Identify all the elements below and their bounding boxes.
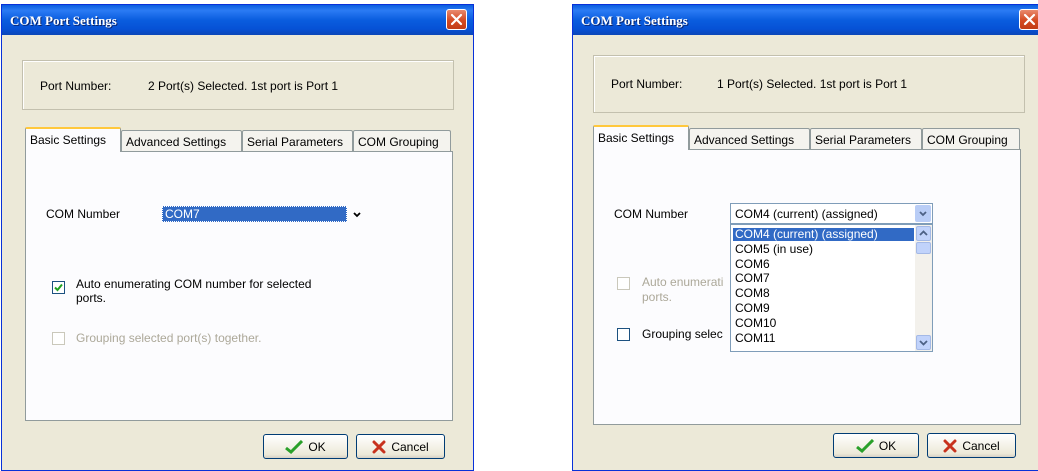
tab-advanced-settings[interactable]: Advanced Settings [689, 128, 810, 150]
auto-enumerating-label: Auto enumerati [642, 275, 724, 289]
tab-com-grouping[interactable]: COM Grouping [922, 128, 1020, 150]
close-icon [450, 13, 463, 26]
com-number-dropdown[interactable]: COM4 (current) (assigned) [730, 203, 933, 224]
com-number-selected: COM7 [162, 206, 347, 222]
list-item[interactable]: COM9 [733, 302, 770, 315]
dropdown-arrow-button[interactable] [915, 205, 931, 222]
close-button[interactable] [1019, 9, 1038, 30]
grouping-label: Grouping selec [642, 327, 723, 341]
grouping-checkbox [52, 332, 65, 345]
ok-button[interactable]: OK [833, 433, 919, 458]
scroll-down-button[interactable] [916, 335, 931, 350]
com-number-label: COM Number [614, 207, 689, 221]
title-bar[interactable]: COM Port Settings [573, 5, 1038, 35]
port-number-label: Port Number: [611, 77, 683, 91]
com-number-dropdown[interactable]: COM7 [162, 205, 362, 224]
auto-enumerating-label: Auto enumerating COM number for selected [76, 277, 312, 291]
tab-serial-parameters[interactable]: Serial Parameters [242, 130, 353, 152]
com-number-listbox[interactable]: COM4 (current) (assigned) COM5 (in use) … [730, 224, 933, 352]
listbox-scrollbar[interactable] [915, 225, 932, 351]
chevron-down-icon [919, 211, 927, 217]
com-port-settings-dialog-left: COM Port Settings Port Number: 2 Port(s)… [1, 4, 474, 471]
grouping-checkbox[interactable] [617, 328, 630, 341]
chevron-down-icon [919, 340, 928, 346]
list-item[interactable]: COM7 [733, 272, 770, 285]
port-number-value: 1 Port(s) Selected. 1st port is Port 1 [717, 77, 908, 91]
com-port-settings-dialog-right: COM Port Settings Port Number: 1 Port(s)… [572, 4, 1038, 471]
close-icon [1023, 13, 1036, 26]
list-item[interactable]: COM5 (in use) [733, 243, 813, 256]
title-bar[interactable]: COM Port Settings [2, 5, 473, 35]
tab-serial-parameters[interactable]: Serial Parameters [810, 128, 922, 150]
ok-label: OK [878, 438, 897, 453]
cancel-x-icon [943, 439, 957, 452]
list-item[interactable]: COM10 [733, 317, 776, 330]
checkmark-icon [54, 283, 63, 292]
close-button[interactable] [446, 9, 467, 30]
list-item[interactable]: COM6 [733, 258, 770, 271]
basic-settings-panel: COM Number COM7 Auto enumerating COM num… [25, 151, 453, 421]
tab-advanced-settings[interactable]: Advanced Settings [121, 130, 242, 152]
list-item[interactable]: COM11 [733, 332, 775, 345]
cancel-button[interactable]: Cancel [356, 434, 445, 459]
auto-enumerating-label-line2: ports. [76, 291, 107, 305]
check-icon [855, 438, 874, 453]
com-number-label: COM Number [46, 207, 121, 221]
tab-basic-settings[interactable]: Basic Settings [593, 125, 689, 150]
cancel-x-icon [372, 440, 386, 453]
auto-enumerating-label-line2: ports. [642, 290, 673, 304]
ok-label: OK [308, 439, 326, 454]
com-number-selected: COM4 (current) (assigned) [735, 207, 878, 221]
list-item[interactable]: COM4 (current) (assigned) [733, 228, 914, 241]
list-item[interactable]: COM8 [733, 287, 770, 300]
tab-basic-settings[interactable]: Basic Settings [25, 127, 121, 152]
cancel-label: Cancel [391, 439, 429, 454]
port-number-group: Port Number: 1 Port(s) Selected. 1st por… [593, 55, 1025, 113]
window-title: COM Port Settings [10, 13, 117, 28]
check-icon [285, 439, 304, 454]
ok-button[interactable]: OK [263, 434, 348, 459]
tab-com-grouping[interactable]: COM Grouping [353, 130, 451, 152]
scroll-thumb[interactable] [916, 242, 931, 254]
port-number-group: Port Number: 2 Port(s) Selected. 1st por… [22, 60, 454, 110]
port-number-label: Port Number: [40, 79, 112, 93]
cancel-button[interactable]: Cancel [927, 433, 1016, 458]
cancel-label: Cancel [962, 438, 1000, 453]
auto-enumerating-checkbox [617, 277, 630, 290]
grouping-label: Grouping selected port(s) together. [76, 331, 262, 345]
chevron-down-icon[interactable] [352, 212, 362, 218]
auto-enumerating-checkbox[interactable] [52, 281, 65, 294]
port-number-value: 2 Port(s) Selected. 1st port is Port 1 [148, 79, 339, 93]
scroll-up-button[interactable] [916, 226, 931, 241]
chevron-up-icon [919, 230, 928, 236]
window-title: COM Port Settings [581, 13, 688, 28]
